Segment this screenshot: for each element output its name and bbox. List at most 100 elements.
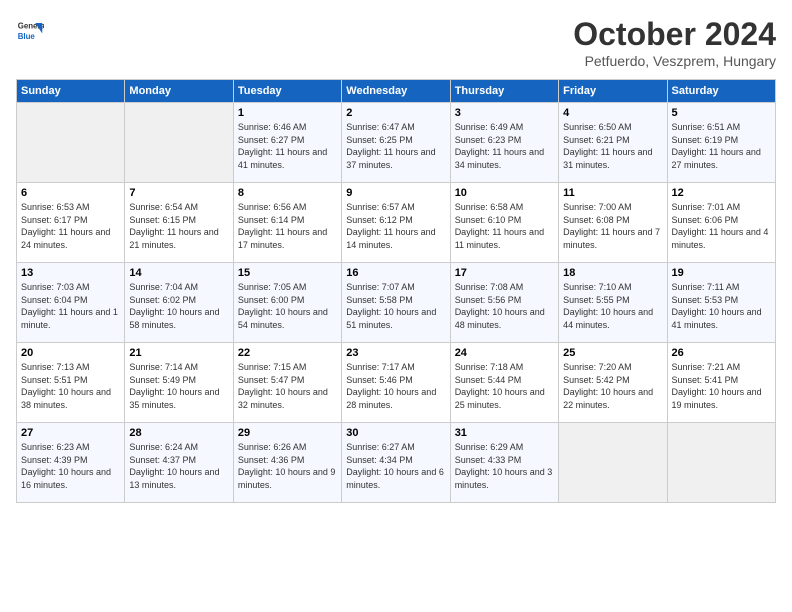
day-number: 3 (455, 107, 554, 119)
calendar-week-row: 1 Sunrise: 6:46 AM Sunset: 6:27 PM Daylig… (17, 103, 776, 183)
day-number: 29 (238, 427, 337, 439)
day-of-week-header: Wednesday (342, 80, 450, 103)
page-header: General Blue October 2024 Petfuerdo, Ves… (16, 16, 776, 69)
day-info: Sunrise: 6:47 AM Sunset: 6:25 PM Dayligh… (346, 121, 445, 171)
title-block: October 2024 Petfuerdo, Veszprem, Hungar… (573, 16, 776, 69)
calendar-cell: 15 Sunrise: 7:05 AM Sunset: 6:00 PM Dayli… (233, 263, 341, 343)
calendar-cell: 26 Sunrise: 7:21 AM Sunset: 5:41 PM Dayli… (667, 343, 775, 423)
day-number: 1 (238, 107, 337, 119)
day-number: 7 (129, 187, 228, 199)
calendar-cell: 29 Sunrise: 6:26 AM Sunset: 4:36 PM Dayli… (233, 423, 341, 503)
calendar-cell: 22 Sunrise: 7:15 AM Sunset: 5:47 PM Dayli… (233, 343, 341, 423)
day-number: 2 (346, 107, 445, 119)
day-number: 25 (563, 347, 662, 359)
day-info: Sunrise: 7:05 AM Sunset: 6:00 PM Dayligh… (238, 281, 337, 331)
calendar-cell: 23 Sunrise: 7:17 AM Sunset: 5:46 PM Dayli… (342, 343, 450, 423)
day-number: 16 (346, 267, 445, 279)
calendar-cell: 21 Sunrise: 7:14 AM Sunset: 5:49 PM Dayli… (125, 343, 233, 423)
day-info: Sunrise: 6:49 AM Sunset: 6:23 PM Dayligh… (455, 121, 554, 171)
day-number: 8 (238, 187, 337, 199)
calendar-cell: 25 Sunrise: 7:20 AM Sunset: 5:42 PM Dayli… (559, 343, 667, 423)
day-number: 23 (346, 347, 445, 359)
day-number: 14 (129, 267, 228, 279)
day-info: Sunrise: 7:11 AM Sunset: 5:53 PM Dayligh… (672, 281, 771, 331)
day-number: 31 (455, 427, 554, 439)
calendar-cell: 9 Sunrise: 6:57 AM Sunset: 6:12 PM Daylig… (342, 183, 450, 263)
calendar-header-row: SundayMondayTuesdayWednesdayThursdayFrid… (17, 80, 776, 103)
day-info: Sunrise: 7:18 AM Sunset: 5:44 PM Dayligh… (455, 361, 554, 411)
calendar-cell: 2 Sunrise: 6:47 AM Sunset: 6:25 PM Daylig… (342, 103, 450, 183)
day-number: 10 (455, 187, 554, 199)
day-info: Sunrise: 6:27 AM Sunset: 4:34 PM Dayligh… (346, 441, 445, 491)
day-info: Sunrise: 6:54 AM Sunset: 6:15 PM Dayligh… (129, 201, 228, 251)
day-number: 30 (346, 427, 445, 439)
calendar-cell: 24 Sunrise: 7:18 AM Sunset: 5:44 PM Dayli… (450, 343, 558, 423)
day-info: Sunrise: 7:01 AM Sunset: 6:06 PM Dayligh… (672, 201, 771, 251)
day-number: 18 (563, 267, 662, 279)
day-info: Sunrise: 7:04 AM Sunset: 6:02 PM Dayligh… (129, 281, 228, 331)
day-number: 11 (563, 187, 662, 199)
calendar-cell: 12 Sunrise: 7:01 AM Sunset: 6:06 PM Dayli… (667, 183, 775, 263)
day-number: 21 (129, 347, 228, 359)
calendar-week-row: 20Sunrise: 7:13 AM Sunset: 5:51 PM Dayli… (17, 343, 776, 423)
day-number: 20 (21, 347, 120, 359)
day-number: 12 (672, 187, 771, 199)
day-info: Sunrise: 6:50 AM Sunset: 6:21 PM Dayligh… (563, 121, 662, 171)
day-info: Sunrise: 6:24 AM Sunset: 4:37 PM Dayligh… (129, 441, 228, 491)
calendar-cell: 11Sunrise: 7:00 AM Sunset: 6:08 PM Dayli… (559, 183, 667, 263)
day-info: Sunrise: 7:14 AM Sunset: 5:49 PM Dayligh… (129, 361, 228, 411)
calendar-cell: 27 Sunrise: 6:23 AM Sunset: 4:39 PM Dayli… (17, 423, 125, 503)
day-info: Sunrise: 6:56 AM Sunset: 6:14 PM Dayligh… (238, 201, 337, 251)
day-number: 27 (21, 427, 120, 439)
day-of-week-header: Tuesday (233, 80, 341, 103)
day-info: Sunrise: 7:21 AM Sunset: 5:41 PM Dayligh… (672, 361, 771, 411)
day-number: 19 (672, 267, 771, 279)
calendar-cell (17, 103, 125, 183)
calendar-cell: 19 Sunrise: 7:11 AM Sunset: 5:53 PM Dayli… (667, 263, 775, 343)
day-number: 9 (346, 187, 445, 199)
day-info: Sunrise: 7:03 AM Sunset: 6:04 PM Dayligh… (21, 281, 120, 331)
subtitle: Petfuerdo, Veszprem, Hungary (573, 53, 776, 69)
day-number: 22 (238, 347, 337, 359)
calendar-cell (559, 423, 667, 503)
day-of-week-header: Monday (125, 80, 233, 103)
calendar-cell: 31 Sunrise: 6:29 AM Sunset: 4:33 PM Dayli… (450, 423, 558, 503)
calendar-cell: 6 Sunrise: 6:53 AM Sunset: 6:17 PM Daylig… (17, 183, 125, 263)
day-of-week-header: Thursday (450, 80, 558, 103)
day-number: 26 (672, 347, 771, 359)
day-of-week-header: Saturday (667, 80, 775, 103)
calendar-week-row: 13 Sunrise: 7:03 AM Sunset: 6:04 PM Dayli… (17, 263, 776, 343)
calendar-body: 1 Sunrise: 6:46 AM Sunset: 6:27 PM Daylig… (17, 103, 776, 503)
day-info: Sunrise: 6:29 AM Sunset: 4:33 PM Dayligh… (455, 441, 554, 491)
day-number: 15 (238, 267, 337, 279)
day-info: Sunrise: 6:57 AM Sunset: 6:12 PM Dayligh… (346, 201, 445, 251)
day-number: 4 (563, 107, 662, 119)
day-info: Sunrise: 7:17 AM Sunset: 5:46 PM Dayligh… (346, 361, 445, 411)
calendar-cell: 30 Sunrise: 6:27 AM Sunset: 4:34 PM Dayli… (342, 423, 450, 503)
calendar-cell: 17Sunrise: 7:08 AM Sunset: 5:56 PM Dayli… (450, 263, 558, 343)
day-info: Sunrise: 7:07 AM Sunset: 5:58 PM Dayligh… (346, 281, 445, 331)
logo-icon: General Blue (16, 16, 44, 44)
day-number: 24 (455, 347, 554, 359)
day-info: Sunrise: 6:58 AM Sunset: 6:10 PM Dayligh… (455, 201, 554, 251)
day-of-week-header: Friday (559, 80, 667, 103)
calendar-week-row: 27 Sunrise: 6:23 AM Sunset: 4:39 PM Dayli… (17, 423, 776, 503)
day-number: 17 (455, 267, 554, 279)
calendar-cell: 20Sunrise: 7:13 AM Sunset: 5:51 PM Dayli… (17, 343, 125, 423)
day-info: Sunrise: 6:26 AM Sunset: 4:36 PM Dayligh… (238, 441, 337, 491)
calendar-cell: 28Sunrise: 6:24 AM Sunset: 4:37 PM Dayli… (125, 423, 233, 503)
calendar-week-row: 6 Sunrise: 6:53 AM Sunset: 6:17 PM Daylig… (17, 183, 776, 263)
day-number: 13 (21, 267, 120, 279)
day-info: Sunrise: 6:46 AM Sunset: 6:27 PM Dayligh… (238, 121, 337, 171)
day-info: Sunrise: 7:20 AM Sunset: 5:42 PM Dayligh… (563, 361, 662, 411)
day-info: Sunrise: 6:23 AM Sunset: 4:39 PM Dayligh… (21, 441, 120, 491)
calendar-cell: 7 Sunrise: 6:54 AM Sunset: 6:15 PM Daylig… (125, 183, 233, 263)
day-info: Sunrise: 7:10 AM Sunset: 5:55 PM Dayligh… (563, 281, 662, 331)
day-info: Sunrise: 7:15 AM Sunset: 5:47 PM Dayligh… (238, 361, 337, 411)
calendar-cell: 8 Sunrise: 6:56 AM Sunset: 6:14 PM Daylig… (233, 183, 341, 263)
calendar-cell: 3 Sunrise: 6:49 AM Sunset: 6:23 PM Daylig… (450, 103, 558, 183)
day-number: 6 (21, 187, 120, 199)
calendar-cell: 16 Sunrise: 7:07 AM Sunset: 5:58 PM Dayli… (342, 263, 450, 343)
svg-text:Blue: Blue (18, 32, 36, 41)
day-info: Sunrise: 6:53 AM Sunset: 6:17 PM Dayligh… (21, 201, 120, 251)
